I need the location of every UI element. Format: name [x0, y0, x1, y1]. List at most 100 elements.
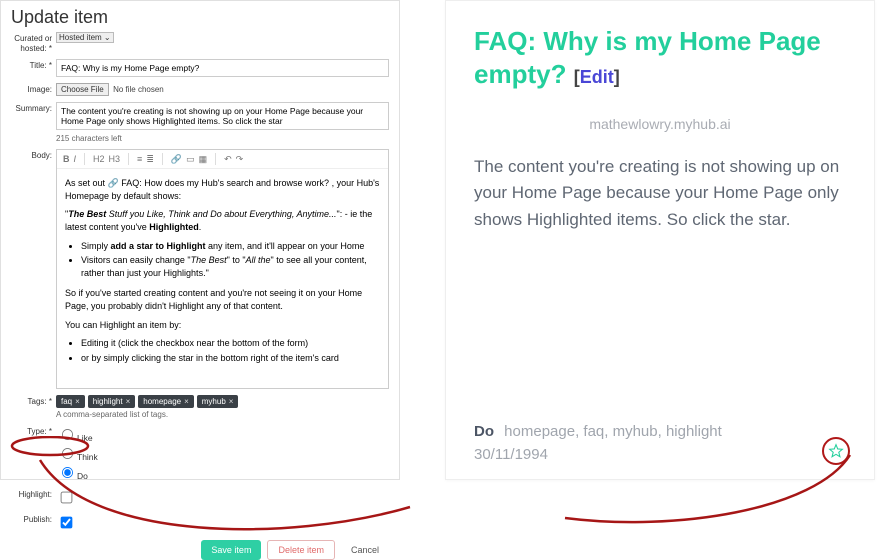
- body-text: or by simply clicking the star in the bo…: [81, 352, 380, 365]
- update-item-form: Update item Curated or hosted: * Hosted …: [0, 0, 400, 480]
- char-hint: 215 characters left: [56, 134, 389, 143]
- curated-row: Curated or hosted: * Hosted item ⌄: [11, 32, 389, 53]
- toolbar-separator: [128, 153, 129, 165]
- type-label: Type: *: [11, 425, 56, 437]
- tags-container[interactable]: faq× highlight× homepage× myhub×: [56, 395, 389, 408]
- tag-text: faq: [61, 397, 72, 406]
- ul-icon[interactable]: ≡: [137, 154, 142, 164]
- body-text: Everything, Anytime...: [249, 209, 336, 219]
- tag-remove-icon[interactable]: ×: [75, 397, 80, 406]
- body-text: " to ": [227, 255, 246, 265]
- body-text: All the: [246, 255, 271, 265]
- summary-input[interactable]: [56, 102, 389, 130]
- curated-select[interactable]: Hosted item ⌄: [56, 32, 114, 43]
- form-heading: Update item: [11, 7, 389, 28]
- body-text: You can Highlight an item by:: [65, 319, 380, 332]
- italic-icon[interactable]: I: [74, 154, 77, 164]
- edit-link[interactable]: Edit: [580, 67, 614, 87]
- publish-label: Publish:: [11, 513, 56, 525]
- embed-icon[interactable]: ▦: [199, 154, 208, 165]
- tag-chip[interactable]: homepage×: [138, 395, 193, 408]
- card-footer: Do homepage, faq, myhub, highlight 30/11…: [474, 423, 846, 463]
- tag-remove-icon[interactable]: ×: [229, 397, 234, 406]
- image-label: Image:: [11, 83, 56, 95]
- publish-row: Publish:: [11, 513, 389, 532]
- highlight-label: Highlight:: [11, 488, 56, 500]
- tag-text: highlight: [93, 397, 123, 406]
- title-label: Title: *: [11, 59, 56, 71]
- radio-think-input[interactable]: [62, 448, 73, 459]
- save-button[interactable]: Save item: [201, 540, 261, 560]
- image-icon[interactable]: ▭: [186, 154, 195, 165]
- toolbar-separator: [84, 153, 85, 165]
- tag-remove-icon[interactable]: ×: [184, 397, 189, 406]
- body-label: Body:: [11, 149, 56, 161]
- body-text: Simply: [81, 241, 111, 251]
- summary-row: Summary: 215 characters left: [11, 102, 389, 143]
- curated-value: Hosted item: [59, 33, 102, 42]
- radio-label: Like: [77, 433, 93, 443]
- radio-like[interactable]: Like: [56, 425, 389, 443]
- ol-icon[interactable]: ≣: [146, 154, 154, 165]
- tag-chip[interactable]: highlight×: [88, 395, 135, 408]
- footer-tags: Do homepage, faq, myhub, highlight: [474, 423, 846, 440]
- body-text: .: [199, 222, 202, 232]
- tags-row: Tags: * faq× highlight× homepage× myhub×…: [11, 395, 389, 419]
- redo-icon[interactable]: ↷: [236, 154, 244, 165]
- title-input[interactable]: [56, 59, 389, 77]
- title-row: Title: *: [11, 59, 389, 77]
- radio-like-input[interactable]: [62, 429, 73, 440]
- radio-label: Do: [77, 471, 88, 481]
- bold-icon[interactable]: B: [63, 154, 70, 164]
- body-row: Body: B I H2 H3 ≡ ≣: [11, 149, 389, 389]
- footer-date: 30/11/1994: [474, 446, 846, 463]
- radio-think[interactable]: Think: [56, 444, 389, 462]
- footer-tags-text: homepage, faq, myhub, highlight: [504, 423, 722, 440]
- tag-chip[interactable]: faq×: [56, 395, 85, 408]
- highlight-checkbox[interactable]: [61, 492, 73, 504]
- curated-label: Curated or hosted: *: [11, 32, 56, 53]
- body-text: Editing it (click the checkbox near the …: [81, 337, 380, 350]
- undo-icon[interactable]: ↶: [224, 154, 232, 165]
- highlight-row: Highlight:: [11, 488, 389, 507]
- body-text: Stuff you Like, Think and Do about: [106, 209, 249, 219]
- toolbar-separator: [215, 153, 216, 165]
- radio-do[interactable]: Do: [56, 463, 389, 481]
- type-row: Type: * Like Think Do: [11, 425, 389, 482]
- bracket-close: ]: [614, 67, 620, 87]
- tag-remove-icon[interactable]: ×: [126, 397, 131, 406]
- cancel-button[interactable]: Cancel: [341, 540, 389, 560]
- image-row: Image: Choose File No file chosen: [11, 83, 389, 96]
- choose-file-button[interactable]: Choose File: [56, 83, 109, 96]
- tag-text: myhub: [202, 397, 226, 406]
- h3-icon[interactable]: H3: [109, 154, 121, 164]
- button-bar: Save item Delete item Cancel: [11, 540, 389, 560]
- rte-toolbar: B I H2 H3 ≡ ≣ 🔗: [57, 150, 388, 169]
- tag-chip[interactable]: myhub×: [197, 395, 239, 408]
- highlight-star-annotation: [822, 437, 850, 465]
- summary-label: Summary:: [11, 102, 56, 114]
- delete-button[interactable]: Delete item: [267, 540, 335, 560]
- no-file-label: No file chosen: [113, 85, 164, 94]
- preview-title[interactable]: FAQ: Why is my Home Page empty? [Edit]: [474, 25, 846, 90]
- star-icon[interactable]: [828, 443, 844, 459]
- body-text: So if you've started creating content an…: [65, 287, 380, 312]
- body-text: any item, and it'll appear on your Home: [206, 241, 365, 251]
- body-text: The Best: [68, 209, 106, 219]
- radio-label: Think: [77, 452, 98, 462]
- rich-text-editor: B I H2 H3 ≡ ≣ 🔗: [56, 149, 389, 389]
- preview-card: FAQ: Why is my Home Page empty? [Edit] m…: [445, 0, 875, 480]
- preview-title-text: FAQ: Why is my Home Page empty?: [474, 26, 821, 89]
- link-icon[interactable]: 🔗: [171, 154, 182, 165]
- rte-content[interactable]: As set out 🔗 FAQ: How does my Hub's sear…: [57, 169, 388, 388]
- radio-do-input[interactable]: [62, 467, 73, 478]
- tags-hint: A comma-separated list of tags.: [56, 410, 389, 419]
- chevron-down-icon: ⌄: [104, 33, 111, 42]
- tag-text: homepage: [143, 397, 181, 406]
- do-label: Do: [474, 423, 494, 440]
- h2-icon[interactable]: H2: [93, 154, 105, 164]
- publish-checkbox[interactable]: [61, 517, 73, 529]
- body-text: The Best: [191, 255, 227, 265]
- body-text: Visitors can easily change ": [81, 255, 191, 265]
- body-link: 🔗 FAQ: How does my Hub's search and brow…: [108, 178, 330, 188]
